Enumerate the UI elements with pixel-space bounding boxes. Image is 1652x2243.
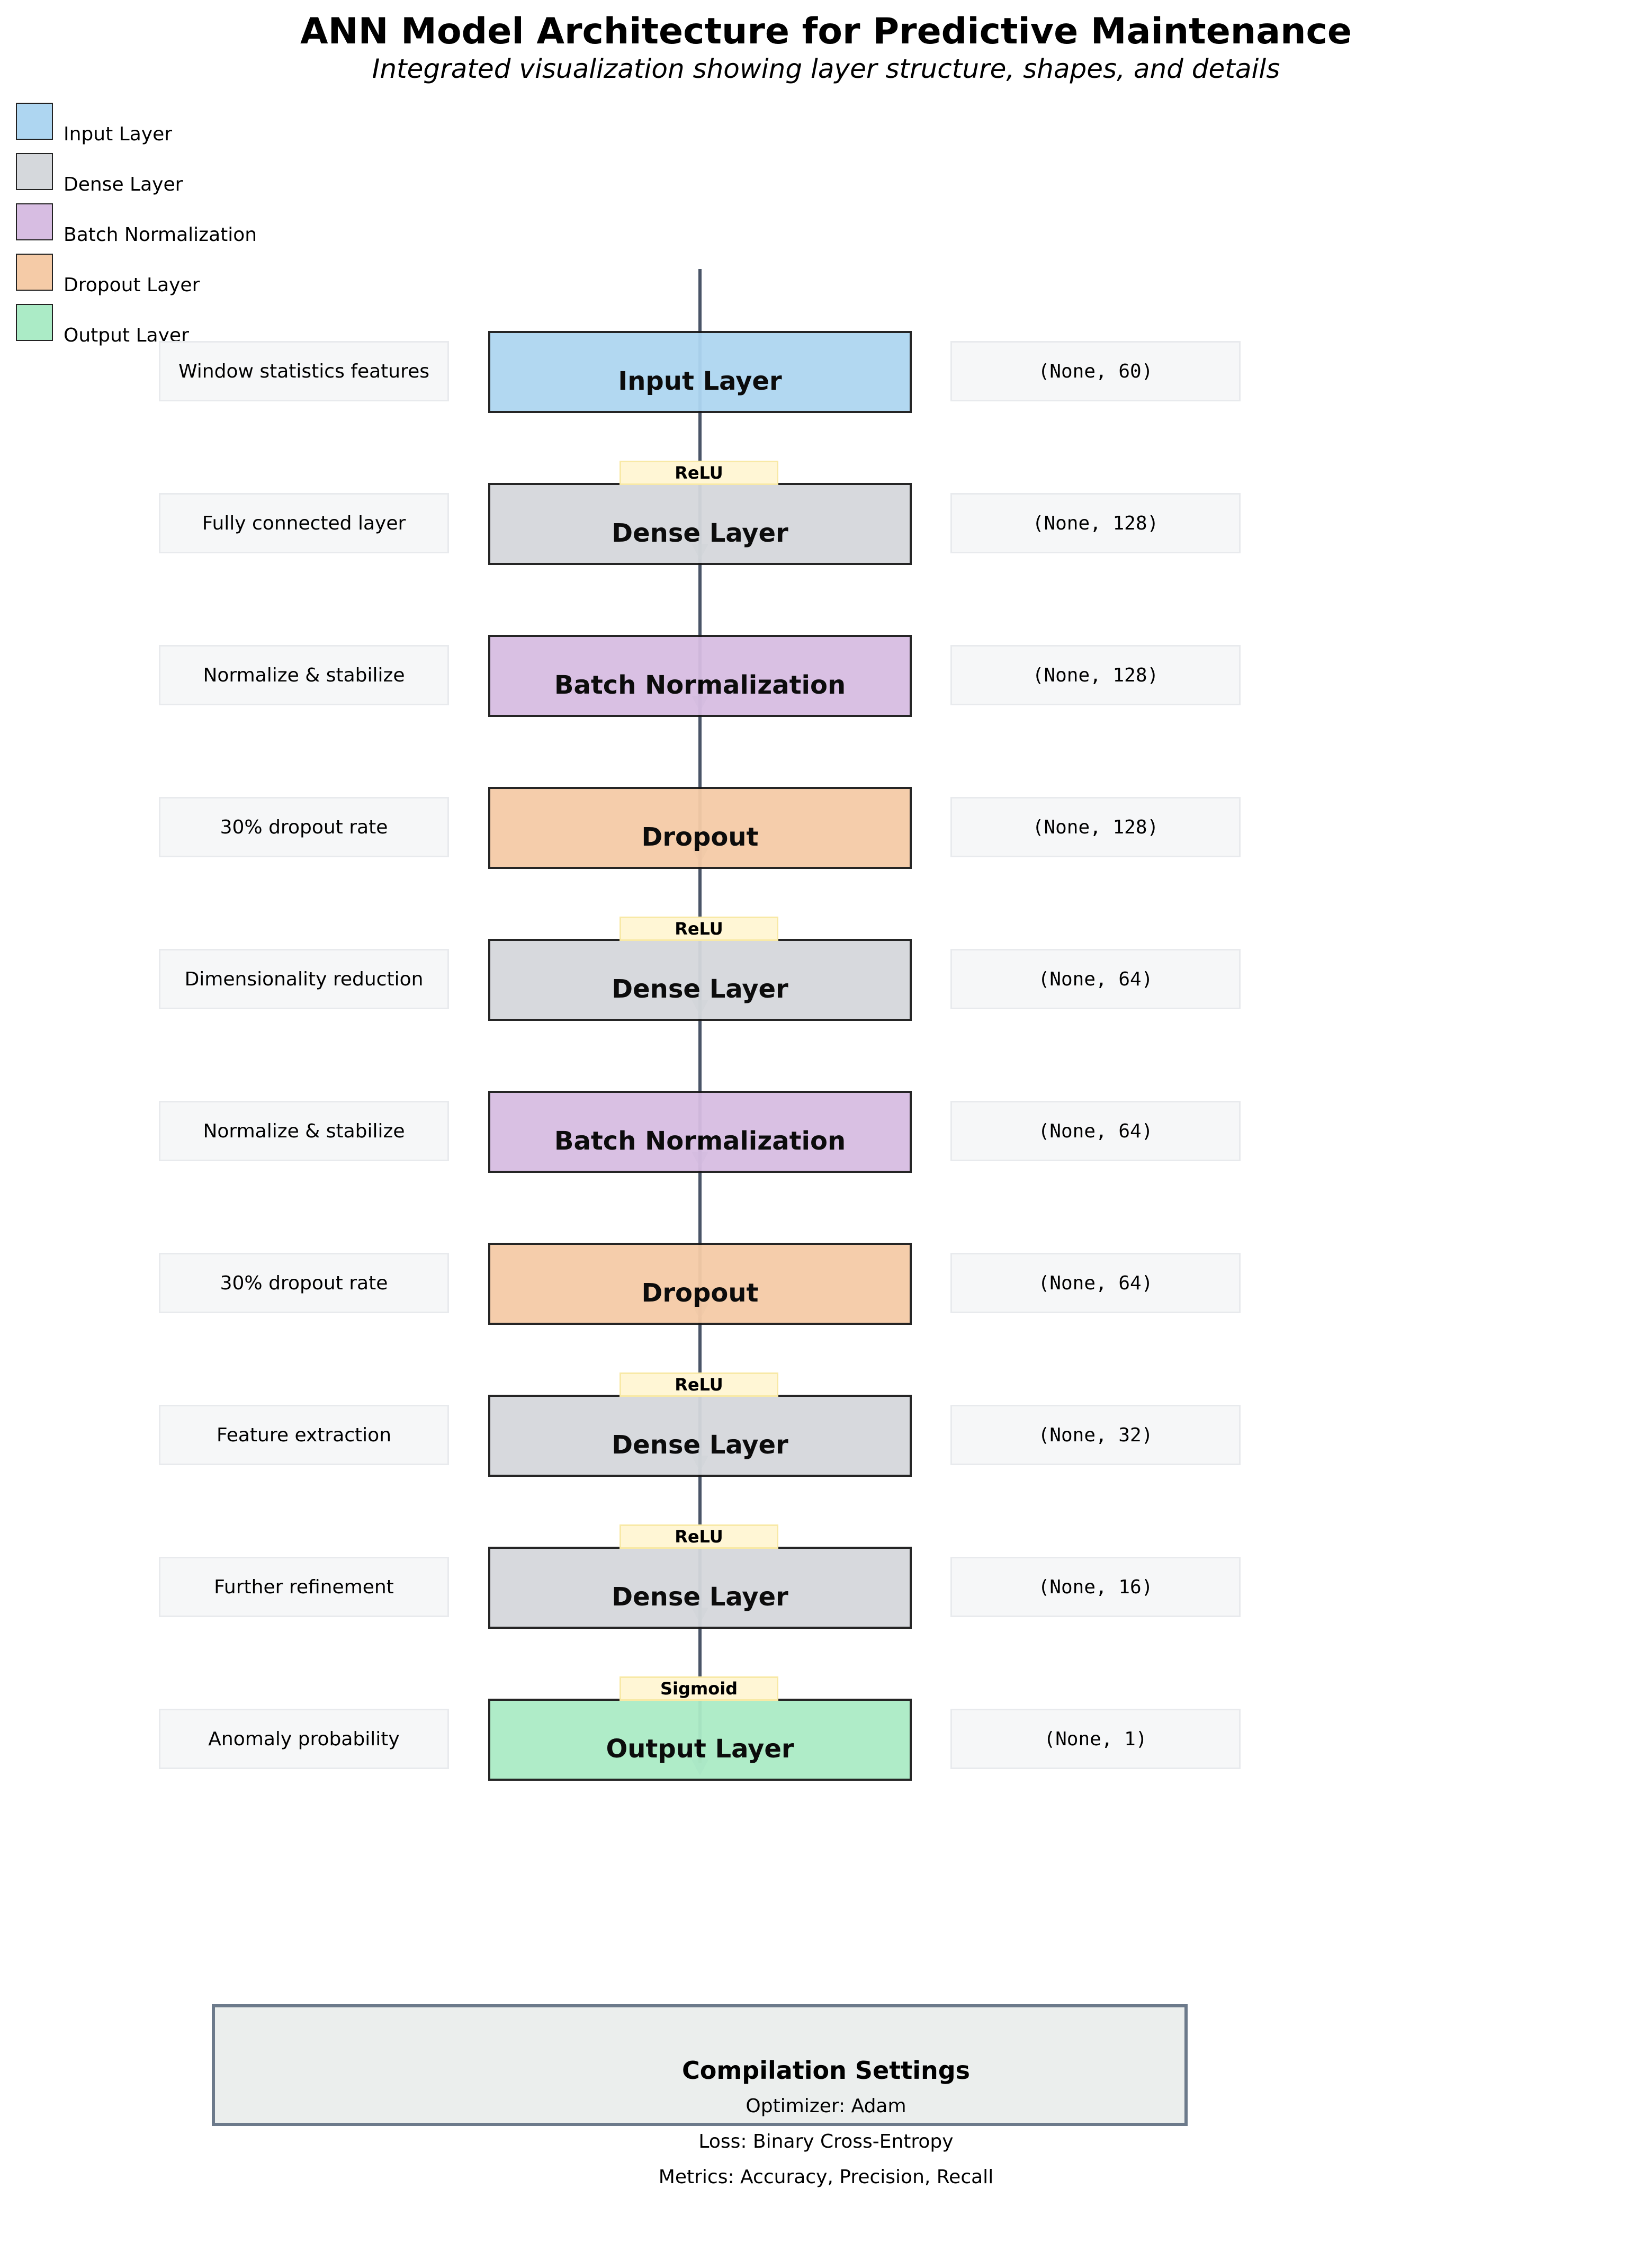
layer-name-9: Dense Layer <box>612 1582 788 1612</box>
layer-shape-9: (None, 16) <box>950 1557 1241 1617</box>
layer-name-3: Batch Normalization <box>554 670 846 700</box>
layer-box-1: Input Layer <box>488 331 912 413</box>
layer-description-5: Dimensionality reduction <box>159 949 449 1009</box>
layer-name-2: Dense Layer <box>612 518 788 548</box>
compilation-optimizer: Optimizer: Adam <box>746 2095 906 2117</box>
layer-description-7: 30% dropout rate <box>159 1253 449 1313</box>
layer-shape-1: (None, 60) <box>950 341 1241 401</box>
activation-label-2: ReLU <box>620 461 778 485</box>
compilation-metrics: Metrics: Accuracy, Precision, Recall <box>658 2166 994 2188</box>
activation-label-8: ReLU <box>620 1372 778 1397</box>
legend-item-output: Output Layer <box>16 304 334 346</box>
layer-box-5: Dense Layer <box>488 939 912 1021</box>
layer-box-9: Dense Layer <box>488 1547 912 1629</box>
layer-name-1: Input Layer <box>618 366 782 396</box>
layer-name-10: Output Layer <box>606 1734 794 1764</box>
activation-label-5: ReLU <box>620 917 778 941</box>
layer-shape-6: (None, 64) <box>950 1101 1241 1161</box>
layer-name-8: Dense Layer <box>612 1430 788 1460</box>
layer-shape-2: (None, 128) <box>950 493 1241 553</box>
layer-description-8: Feature extraction <box>159 1405 449 1465</box>
layer-shape-3: (None, 128) <box>950 645 1241 705</box>
legend-item-dropout: Dropout Layer <box>16 254 334 296</box>
layer-name-7: Dropout <box>641 1278 759 1308</box>
layer-shape-8: (None, 32) <box>950 1405 1241 1465</box>
legend-item-input: Input Layer <box>16 103 334 145</box>
legend-label-batchnorm: Batch Normalization <box>64 224 257 246</box>
layer-box-8: Dense Layer <box>488 1395 912 1477</box>
layer-name-6: Batch Normalization <box>554 1126 846 1156</box>
layer-shape-5: (None, 64) <box>950 949 1241 1009</box>
layer-description-9: Further refinement <box>159 1557 449 1617</box>
layer-description-4: 30% dropout rate <box>159 797 449 857</box>
legend-item-batchnorm: Batch Normalization <box>16 203 334 246</box>
activation-label-9: ReLU <box>620 1524 778 1549</box>
layer-name-4: Dropout <box>641 822 759 852</box>
diagram-title: ANN Model Architecture for Predictive Ma… <box>300 11 1352 52</box>
layer-description-6: Normalize & stabilize <box>159 1101 449 1161</box>
compilation-title: Compilation Settings <box>681 2056 971 2085</box>
layer-description-10: Anomaly probability <box>159 1709 449 1769</box>
layer-name-5: Dense Layer <box>612 974 788 1004</box>
layer-box-2: Dense Layer <box>488 483 912 565</box>
legend-label-input: Input Layer <box>64 123 173 145</box>
layer-description-3: Normalize & stabilize <box>159 645 449 705</box>
layer-shape-10: (None, 1) <box>950 1709 1241 1769</box>
layer-description-1: Window statistics features <box>159 341 449 401</box>
compilation-loss: Loss: Binary Cross-Entropy <box>698 2131 954 2152</box>
layer-shape-7: (None, 64) <box>950 1253 1241 1313</box>
layer-box-10: Output Layer <box>488 1699 912 1781</box>
legend-swatch-dense <box>16 153 53 190</box>
legend-item-dense: Dense Layer <box>16 153 334 195</box>
legend-label-dropout: Dropout Layer <box>64 274 200 296</box>
diagram-subtitle: Integrated visualization showing layer s… <box>372 53 1280 84</box>
legend-swatch-output <box>16 304 53 341</box>
layer-box-7: Dropout <box>488 1243 912 1325</box>
activation-label-10: Sigmoid <box>620 1676 778 1701</box>
layer-box-3: Batch Normalization <box>488 635 912 717</box>
legend-swatch-batchnorm <box>16 203 53 240</box>
layer-description-2: Fully connected layer <box>159 493 449 553</box>
legend-swatch-dropout <box>16 254 53 291</box>
layer-box-6: Batch Normalization <box>488 1091 912 1173</box>
legend-label-dense: Dense Layer <box>64 174 183 195</box>
legend-swatch-input <box>16 103 53 140</box>
layer-box-4: Dropout <box>488 787 912 869</box>
layer-shape-4: (None, 128) <box>950 797 1241 857</box>
